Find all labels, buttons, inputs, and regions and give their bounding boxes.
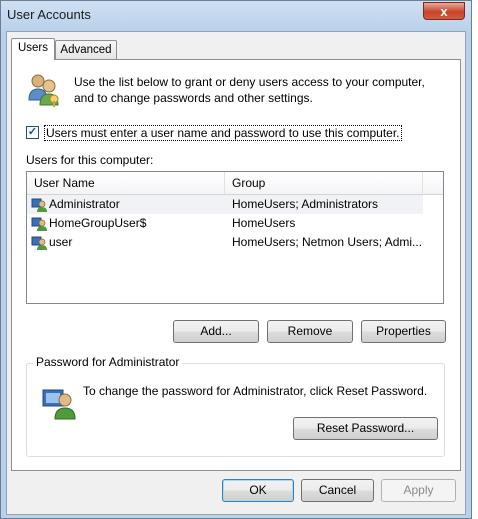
user-group-cell: HomeUsers; Netmon Users; Admi... bbox=[232, 235, 422, 249]
table-row[interactable]: HomeGroupUser$ HomeUsers bbox=[27, 214, 423, 233]
properties-button[interactable]: Properties bbox=[361, 320, 446, 343]
user-group-cell: HomeUsers bbox=[232, 216, 296, 230]
window-title: User Accounts bbox=[7, 7, 91, 22]
tab-users[interactable]: Users bbox=[11, 38, 55, 60]
user-name-cell: Administrator bbox=[49, 197, 120, 211]
cancel-button[interactable]: Cancel bbox=[301, 479, 374, 502]
apply-button[interactable]: Apply bbox=[381, 479, 456, 502]
user-icon bbox=[31, 236, 47, 250]
user-group-cell: HomeUsers; Administrators bbox=[232, 197, 379, 211]
ok-button[interactable]: OK bbox=[222, 479, 294, 502]
close-button[interactable]: x bbox=[423, 2, 465, 20]
table-row[interactable]: user HomeUsers; Netmon Users; Admi... bbox=[27, 233, 423, 252]
users-section-label: Users for this computer: bbox=[26, 153, 154, 167]
dialog-client-area: Users Advanced Use the list below to gra… bbox=[6, 31, 466, 515]
users-icon bbox=[28, 74, 59, 107]
user-icon bbox=[31, 198, 47, 212]
users-tab-panel: Use the list below to grant or deny user… bbox=[11, 59, 461, 471]
intro-text: Use the list below to grant or deny user… bbox=[74, 75, 425, 105]
admin-user-icon bbox=[42, 389, 76, 420]
password-help-text: To change the password for Administrator… bbox=[83, 384, 428, 398]
column-header-user-name[interactable]: User Name bbox=[27, 172, 225, 194]
column-header-group[interactable]: Group bbox=[225, 172, 423, 194]
users-list[interactable]: User Name Group Administrator HomeUsers;… bbox=[26, 171, 444, 304]
close-icon: x bbox=[440, 4, 448, 19]
user-accounts-window: User Accounts x Users Advanced Use the l… bbox=[0, 0, 472, 519]
reset-password-button[interactable]: Reset Password... bbox=[293, 417, 438, 440]
add-user-button[interactable]: Add... bbox=[173, 320, 259, 343]
require-login-label[interactable]: Users must enter a user name and passwor… bbox=[44, 125, 402, 141]
user-name-cell: user bbox=[49, 235, 73, 249]
remove-user-button[interactable]: Remove bbox=[267, 320, 353, 343]
background-window-strip bbox=[472, 0, 478, 519]
user-name-cell: HomeGroupUser$ bbox=[49, 216, 147, 230]
users-list-header: User Name Group bbox=[27, 172, 443, 195]
title-bar[interactable]: User Accounts x bbox=[1, 1, 471, 31]
tab-advanced[interactable]: Advanced bbox=[55, 40, 117, 60]
user-icon bbox=[31, 217, 47, 231]
table-row[interactable]: Administrator HomeUsers; Administrators bbox=[27, 195, 423, 214]
password-group-title: Password for Administrator bbox=[33, 355, 183, 369]
require-login-checkbox[interactable]: ✓ bbox=[26, 126, 39, 139]
password-groupbox: Password for Administrator To change the… bbox=[26, 355, 445, 457]
